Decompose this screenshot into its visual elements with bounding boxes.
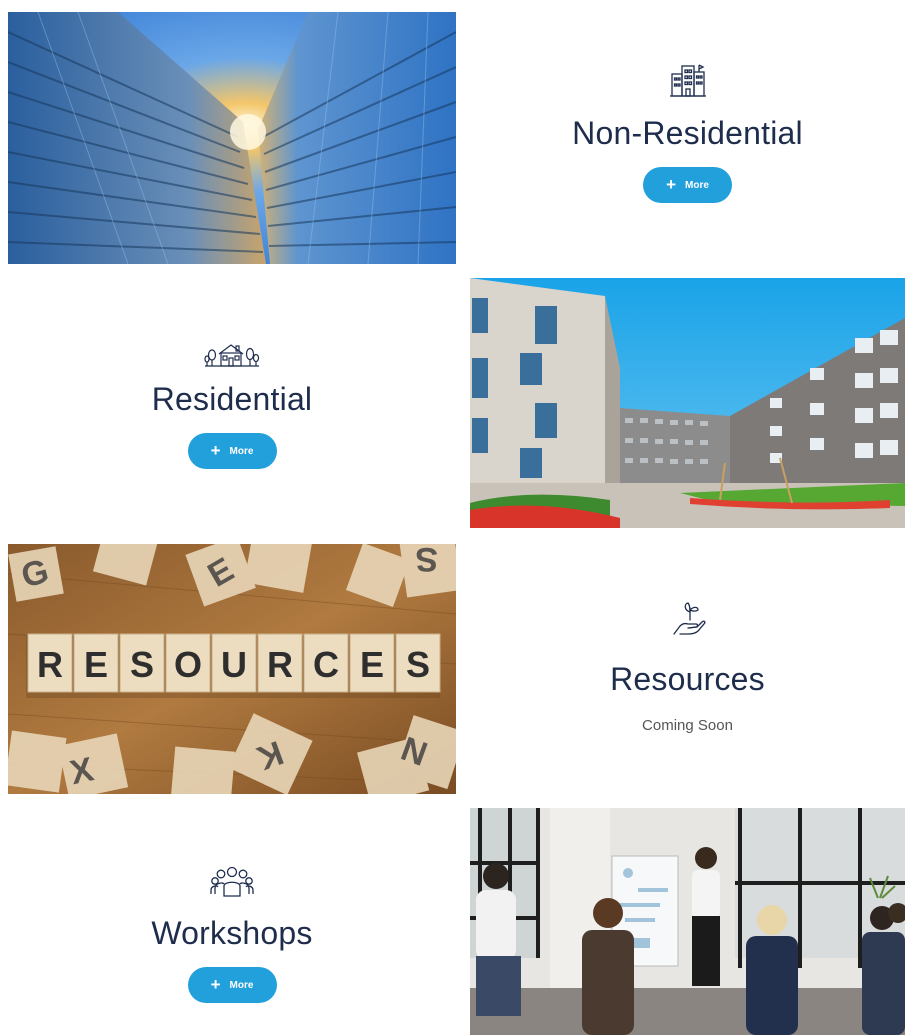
svg-text:E: E [360,644,384,685]
plus-icon: + [210,974,221,994]
non-residential-panel: Non-Residential + More [470,60,905,203]
card-title: Workshops [151,915,313,951]
workshop-meeting-photo [470,808,905,1035]
hand-plant-icon [670,600,706,643]
more-button-label: More [229,445,254,457]
svg-text:R: R [267,644,293,685]
svg-text:S: S [415,544,438,578]
residential-panel: Residential + More [8,340,456,469]
card-title: Resources [610,661,765,697]
svg-text:O: O [174,644,202,685]
people-group-icon [209,866,255,903]
more-button[interactable]: + More [187,967,277,1003]
svg-text:S: S [130,644,154,685]
svg-text:C: C [313,644,339,685]
more-button-label: More [229,979,254,991]
svg-text:U: U [221,644,247,685]
house-icon [203,340,261,373]
workshops-panel: Workshops + More [8,866,456,1003]
svg-text:R: R [37,644,63,685]
svg-text:S: S [406,644,430,685]
building-icon [668,60,708,105]
more-button[interactable]: + More [643,167,732,203]
more-button[interactable]: + More [187,433,277,469]
more-button-label: More [685,179,709,191]
svg-text:E: E [84,644,108,685]
plus-icon: + [666,174,677,194]
apartment-courtyard-photo [470,278,905,528]
plus-icon: + [210,440,221,460]
glass-skyscrapers-photo [8,12,456,264]
resources-wooden-blocks-photo: G E S X K N RES OUR CES [8,544,456,794]
card-title: Non-Residential [572,115,803,151]
coming-soon-label: Coming Soon [642,717,733,734]
resources-panel: Resources Coming Soon [470,600,905,734]
card-title: Residential [151,381,313,417]
